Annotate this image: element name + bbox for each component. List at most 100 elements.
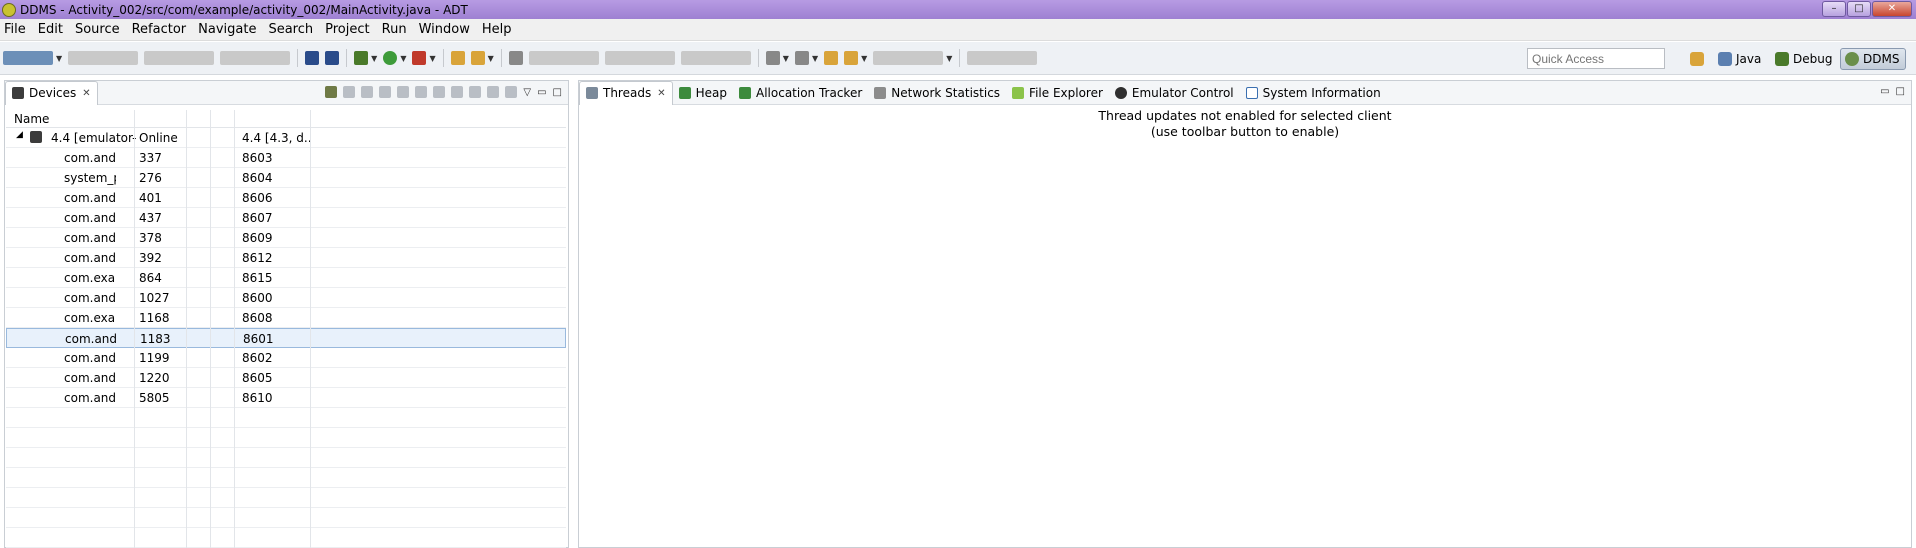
import-icon[interactable] (325, 51, 340, 65)
column-header-name[interactable]: Name (6, 110, 566, 128)
column-divider[interactable] (234, 110, 235, 548)
systrace-icon[interactable] (487, 86, 500, 98)
next-annotation-dropdown-icon[interactable]: ▼ (783, 54, 789, 63)
tab-system-information[interactable]: System Information (1240, 82, 1387, 104)
debug-process-icon[interactable] (325, 86, 338, 98)
minimize-view-icon[interactable]: ▭ (537, 87, 546, 98)
column-divider[interactable] (310, 110, 311, 548)
print-icon[interactable] (220, 51, 291, 65)
debug-dropdown-icon[interactable]: ▼ (371, 54, 377, 63)
menu-help[interactable]: Help (482, 22, 512, 37)
view-menu-icon[interactable]: ▽ (523, 87, 531, 98)
menu-edit[interactable]: Edit (38, 22, 63, 37)
forward-icon[interactable] (873, 51, 944, 65)
prev-annotation-icon[interactable] (794, 51, 809, 65)
column-divider[interactable] (134, 110, 135, 548)
table-row[interactable]: com.andro 1027 8600 (6, 288, 566, 308)
table-row[interactable]: system_prc 276 8604 (6, 168, 566, 188)
open-type-icon[interactable] (450, 51, 465, 65)
stop-process-icon[interactable] (433, 86, 446, 98)
table-row[interactable]: com.andro 401 8606 (6, 188, 566, 208)
start-method-profiling-icon[interactable] (415, 86, 428, 98)
next-annotation-icon[interactable] (765, 51, 780, 65)
device-name: 4.4 [emulator- (51, 131, 136, 145)
tab-allocation-tracker-label: Allocation Tracker (756, 85, 863, 100)
table-row-selected[interactable]: com.andro 1183 8601 (6, 328, 566, 348)
table-row[interactable]: com.examp 1168 8608 (6, 308, 566, 328)
menu-project[interactable]: Project (325, 22, 369, 37)
process-port: 8600 (242, 291, 273, 305)
maximize-view-icon[interactable]: □ (553, 87, 562, 98)
device-row[interactable]: ◢ 4.4 [emulator- Online 4.4 [4.3, d... (6, 128, 566, 148)
task-dropdown-icon[interactable]: ▼ (488, 54, 494, 63)
menu-refactor[interactable]: Refactor (132, 22, 187, 37)
pin-editor-icon[interactable] (967, 51, 1038, 65)
perspective-java[interactable]: Java (1718, 48, 1761, 70)
maximize-view-icon[interactable]: □ (1896, 86, 1905, 97)
table-row[interactable]: com.examp 864 8615 (6, 268, 566, 288)
table-row[interactable]: com.andro 337 8603 (6, 148, 566, 168)
tab-file-explorer[interactable]: File Explorer (1006, 82, 1109, 104)
show-whitespace-icon[interactable] (604, 51, 675, 65)
tab-allocation-tracker[interactable]: Allocation Tracker (733, 82, 868, 104)
menu-search[interactable]: Search (268, 22, 313, 37)
menu-navigate[interactable]: Navigate (198, 22, 256, 37)
prev-annotation-dropdown-icon[interactable]: ▼ (812, 54, 818, 63)
open-task-icon[interactable] (470, 51, 485, 65)
restore-window-button[interactable]: □ (1847, 1, 1871, 17)
toggle-breadcrumb-icon[interactable] (680, 51, 751, 65)
last-edit-icon[interactable] (824, 51, 839, 65)
perspective-debug[interactable]: Debug (1775, 48, 1832, 70)
tab-emulator-control[interactable]: Emulator Control (1109, 82, 1240, 104)
table-row[interactable]: com.andro 1199 8602 (6, 348, 566, 368)
save-all-icon[interactable] (144, 51, 215, 65)
close-tab-icon[interactable]: ✕ (82, 88, 90, 99)
update-threads-icon[interactable] (397, 86, 410, 98)
toggle-block-icon[interactable] (528, 51, 599, 65)
menu-window[interactable]: Window (419, 22, 470, 37)
table-row[interactable]: com.andro 1220 8605 (6, 368, 566, 388)
run-icon[interactable] (383, 51, 398, 65)
tab-network-statistics[interactable]: Network Statistics (868, 82, 1006, 104)
dump-view-hierarchy-icon[interactable] (469, 86, 482, 98)
forward-dropdown-icon[interactable]: ▼ (946, 54, 952, 63)
toggle-mark-icon[interactable] (508, 51, 523, 65)
menu-source[interactable]: Source (75, 22, 120, 37)
table-row[interactable]: com.andro 378 8609 (6, 228, 566, 248)
process-pid: 1183 (140, 332, 171, 346)
menu-run[interactable]: Run (382, 22, 407, 37)
tab-devices[interactable]: Devices ✕ (5, 80, 98, 105)
close-window-button[interactable]: ✕ (1872, 1, 1912, 17)
process-port: 8605 (242, 371, 273, 385)
expand-collapse-icon[interactable]: ◢ (16, 130, 23, 140)
column-divider[interactable] (210, 110, 211, 548)
export-icon[interactable] (305, 51, 320, 65)
perspective-ddms[interactable]: DDMS (1840, 48, 1906, 70)
minimize-view-icon[interactable]: ▭ (1880, 86, 1889, 97)
quick-access-input[interactable] (1527, 48, 1665, 69)
new-icon[interactable] (3, 51, 53, 65)
minimize-window-button[interactable]: – (1822, 1, 1846, 17)
dump-hprof-icon[interactable] (361, 86, 374, 98)
back-dropdown-icon[interactable]: ▼ (861, 54, 867, 63)
perspective-open-button[interactable] (1690, 48, 1708, 70)
table-row[interactable]: com.andro 5805 8610 (6, 388, 566, 408)
debug-bug-icon[interactable] (354, 51, 369, 65)
save-icon[interactable] (68, 51, 139, 65)
update-heap-icon[interactable] (343, 86, 356, 98)
external-tools-dropdown-icon[interactable]: ▼ (429, 54, 435, 63)
menu-file[interactable]: File (4, 22, 26, 37)
screen-capture-icon[interactable] (451, 86, 464, 98)
opengl-trace-icon[interactable] (505, 86, 518, 98)
back-icon[interactable] (844, 51, 859, 65)
external-tools-icon[interactable] (412, 51, 427, 65)
cause-gc-icon[interactable] (379, 86, 392, 98)
tab-heap[interactable]: Heap (673, 82, 733, 104)
column-divider[interactable] (186, 110, 187, 548)
run-dropdown-icon[interactable]: ▼ (400, 54, 406, 63)
table-row[interactable]: com.andro 437 8607 (6, 208, 566, 228)
tab-threads[interactable]: Threads ✕ (579, 80, 673, 105)
table-row[interactable]: com.andro 392 8612 (6, 248, 566, 268)
close-tab-icon[interactable]: ✕ (657, 88, 665, 99)
new-dropdown-icon[interactable]: ▼ (56, 54, 62, 63)
